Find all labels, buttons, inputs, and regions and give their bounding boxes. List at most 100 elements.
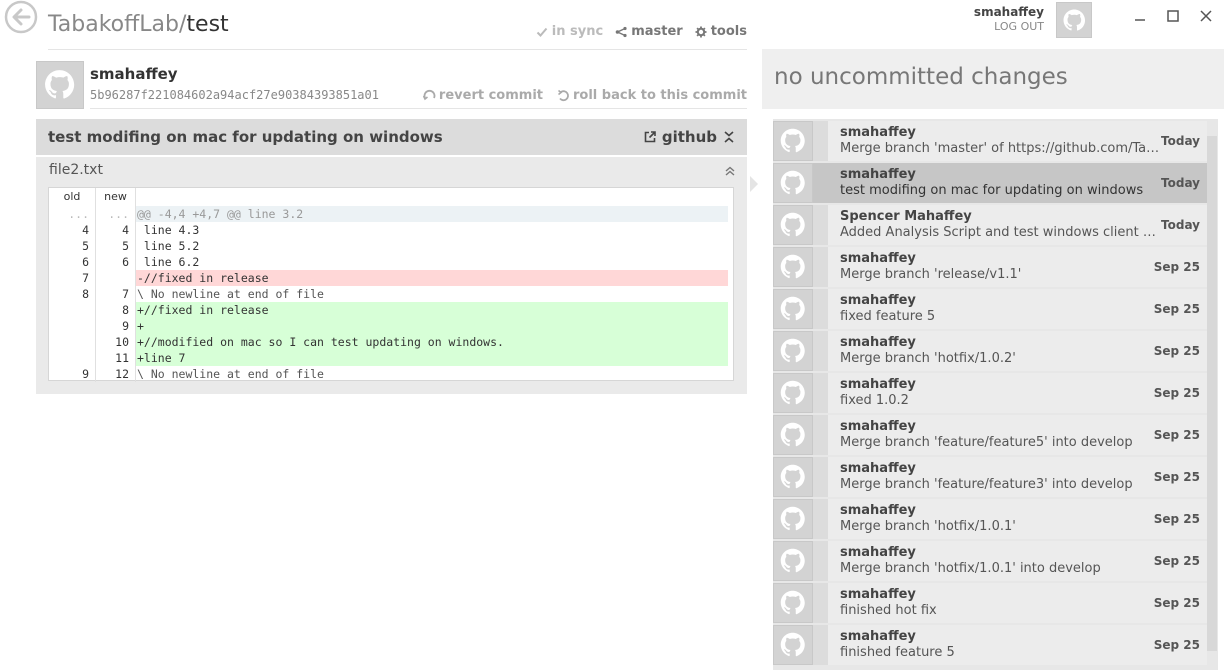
commit-row-message: Merge branch 'hotfix/1.0.2' bbox=[840, 351, 1016, 366]
commit-row-body: smahaffey fixed 1.0.2 Sep 25 bbox=[828, 373, 1207, 413]
commit-row-author: smahaffey bbox=[840, 419, 916, 434]
commit-row[interactable]: smahaffey fixed feature 5 Sep 25 bbox=[773, 289, 1207, 329]
commit-row[interactable]: smahaffey Merge branch 'release/v1.1' Sep … bbox=[773, 247, 1207, 287]
file-collapse-button[interactable] bbox=[724, 165, 736, 177]
maximize-button[interactable] bbox=[1165, 8, 1181, 24]
commit-row[interactable]: smahaffey Merge branch 'feature/feature3'… bbox=[773, 457, 1207, 497]
history-scrollbar[interactable] bbox=[1207, 136, 1217, 651]
commit-avatar bbox=[773, 499, 813, 539]
octocat-icon bbox=[779, 295, 806, 322]
repo-name: test bbox=[186, 12, 229, 37]
commit-row[interactable]: smahaffey Merge branch 'feature/feature5'… bbox=[773, 415, 1207, 455]
commit-row-body: smahaffey fixed feature 5 Sep 25 bbox=[828, 289, 1207, 329]
commit-row-spacer bbox=[813, 121, 828, 161]
repo-title: TabakoffLab/test bbox=[48, 12, 229, 37]
sync-status[interactable]: in sync bbox=[536, 24, 603, 39]
branch-button[interactable]: master bbox=[615, 24, 683, 39]
commit-row-message: fixed feature 5 bbox=[840, 309, 936, 324]
commit-row-body: smahaffey test modifing on mac for updati… bbox=[828, 163, 1207, 203]
minimize-icon bbox=[1135, 19, 1145, 21]
octocat-icon bbox=[779, 547, 806, 574]
commit-row[interactable]: smahaffey Merge branch 'hotfix/1.0.1' Sep … bbox=[773, 499, 1207, 539]
new-line-number: 10 bbox=[96, 334, 136, 350]
diff-line: 44 line 4.3 bbox=[49, 222, 733, 238]
tools-button[interactable]: tools bbox=[695, 24, 747, 39]
maximize-icon bbox=[1167, 10, 1179, 22]
commit-row-spacer bbox=[813, 457, 828, 497]
user-avatar[interactable] bbox=[1056, 2, 1092, 38]
rollback-button[interactable]: roll back to this commit bbox=[557, 88, 747, 103]
commit-history-list: smahaffey Merge branch 'master' of https:… bbox=[773, 119, 1218, 670]
commit-avatar bbox=[773, 583, 813, 623]
commit-avatar bbox=[773, 373, 813, 413]
commit-row[interactable]: Spencer Mahaffey Added Analysis Script an… bbox=[773, 205, 1207, 245]
octocat-icon bbox=[43, 68, 76, 101]
commit-avatar bbox=[773, 457, 813, 497]
diff-line: 9 12 \ No newline at end of file bbox=[49, 366, 733, 382]
commit-row-body: smahaffey Merge branch 'hotfix/1.0.1' int… bbox=[828, 541, 1207, 581]
commit-row[interactable]: smahaffey test modifing on mac for updati… bbox=[773, 163, 1207, 203]
commit-row-body: smahaffey Merge branch 'feature/feature5'… bbox=[828, 415, 1207, 455]
diff-line-text: line 4.3 bbox=[137, 223, 200, 237]
old-line-number bbox=[49, 302, 96, 318]
commit-row-message: finished feature 5 bbox=[840, 645, 955, 660]
commit-row-date: Today bbox=[1161, 176, 1200, 190]
commit-row-spacer bbox=[813, 625, 828, 665]
commit-row-body: smahaffey finished feature 5 Sep 25 bbox=[828, 625, 1207, 665]
commit-row-spacer bbox=[813, 331, 828, 371]
repo-owner: TabakoffLab/ bbox=[48, 12, 187, 37]
commit-row-date: Sep 25 bbox=[1153, 470, 1200, 484]
diff-line: 10 +//modified on mac so I can test updat… bbox=[49, 334, 733, 350]
commit-row-spacer bbox=[813, 205, 828, 245]
diff-line: 8 +//fixed in release bbox=[49, 302, 733, 318]
collapse-icon[interactable] bbox=[723, 131, 735, 143]
commit-row[interactable]: smahaffey finished hot fix Sep 25 bbox=[773, 583, 1207, 623]
diff-line: 8 7 \ No newline at end of file bbox=[49, 286, 733, 302]
commit-divider bbox=[90, 108, 747, 109]
octocat-icon bbox=[779, 337, 806, 364]
commit-row-date: Sep 25 bbox=[1153, 344, 1200, 358]
octocat-icon bbox=[779, 505, 806, 532]
commit-avatar bbox=[773, 541, 813, 581]
new-line-number: 8 bbox=[96, 302, 136, 318]
commit-row[interactable]: smahaffey fixed 1.0.2 Sep 25 bbox=[773, 373, 1207, 413]
old-line-number bbox=[49, 318, 96, 334]
commit-avatar bbox=[773, 247, 813, 287]
old-line-number: 7 bbox=[49, 270, 96, 286]
commit-row-author: smahaffey bbox=[840, 587, 916, 602]
back-button[interactable] bbox=[4, 0, 38, 34]
commit-row-message: Merge branch 'feature/feature3' into dev… bbox=[840, 477, 1133, 492]
commit-avatar bbox=[773, 331, 813, 371]
commit-row-spacer bbox=[813, 415, 828, 455]
commit-row[interactable]: smahaffey finished feature 5 Sep 25 bbox=[773, 625, 1207, 665]
commit-row[interactable]: smahaffey Merge branch 'hotfix/1.0.1' int… bbox=[773, 541, 1207, 581]
logout-button[interactable]: LOG OUT bbox=[994, 20, 1044, 33]
commit-row[interactable]: smahaffey Merge branch 'hotfix/1.0.2' Sep … bbox=[773, 331, 1207, 371]
minimize-button[interactable] bbox=[1132, 8, 1148, 24]
tools-label: tools bbox=[710, 24, 747, 39]
github-link[interactable]: github bbox=[644, 128, 735, 146]
commit-avatar bbox=[773, 415, 813, 455]
octocat-icon bbox=[779, 379, 806, 406]
new-line-number: 12 bbox=[96, 366, 136, 382]
commit-row-spacer bbox=[813, 289, 828, 329]
commit-row-date: Sep 25 bbox=[1153, 596, 1200, 610]
diff-line-text: +//fixed in release bbox=[136, 302, 728, 318]
commit-avatar bbox=[773, 205, 813, 245]
commit-row-date: Sep 25 bbox=[1153, 512, 1200, 526]
octocat-icon bbox=[779, 421, 806, 448]
commit-row-spacer bbox=[813, 499, 828, 539]
diff-line-text: +line 7 bbox=[136, 350, 728, 366]
commit-avatar bbox=[773, 121, 813, 161]
octocat-icon bbox=[1062, 8, 1086, 32]
close-button[interactable] bbox=[1198, 8, 1214, 24]
new-column-header: new bbox=[96, 188, 136, 206]
commit-row[interactable]: smahaffey Merge branch 'master' of https:… bbox=[773, 121, 1207, 161]
old-column-header: old bbox=[49, 188, 96, 206]
old-line-number: ... bbox=[49, 206, 96, 222]
commit-row-message: Merge branch 'hotfix/1.0.1' into develop bbox=[840, 561, 1101, 576]
file-name: file2.txt bbox=[49, 162, 103, 178]
commit-sha: 5b96287f221084602a94acf27e90384393851a01 bbox=[90, 88, 379, 102]
revert-commit-button[interactable]: revert commit bbox=[422, 88, 543, 103]
diff-line: 7 -//fixed in release bbox=[49, 270, 733, 286]
